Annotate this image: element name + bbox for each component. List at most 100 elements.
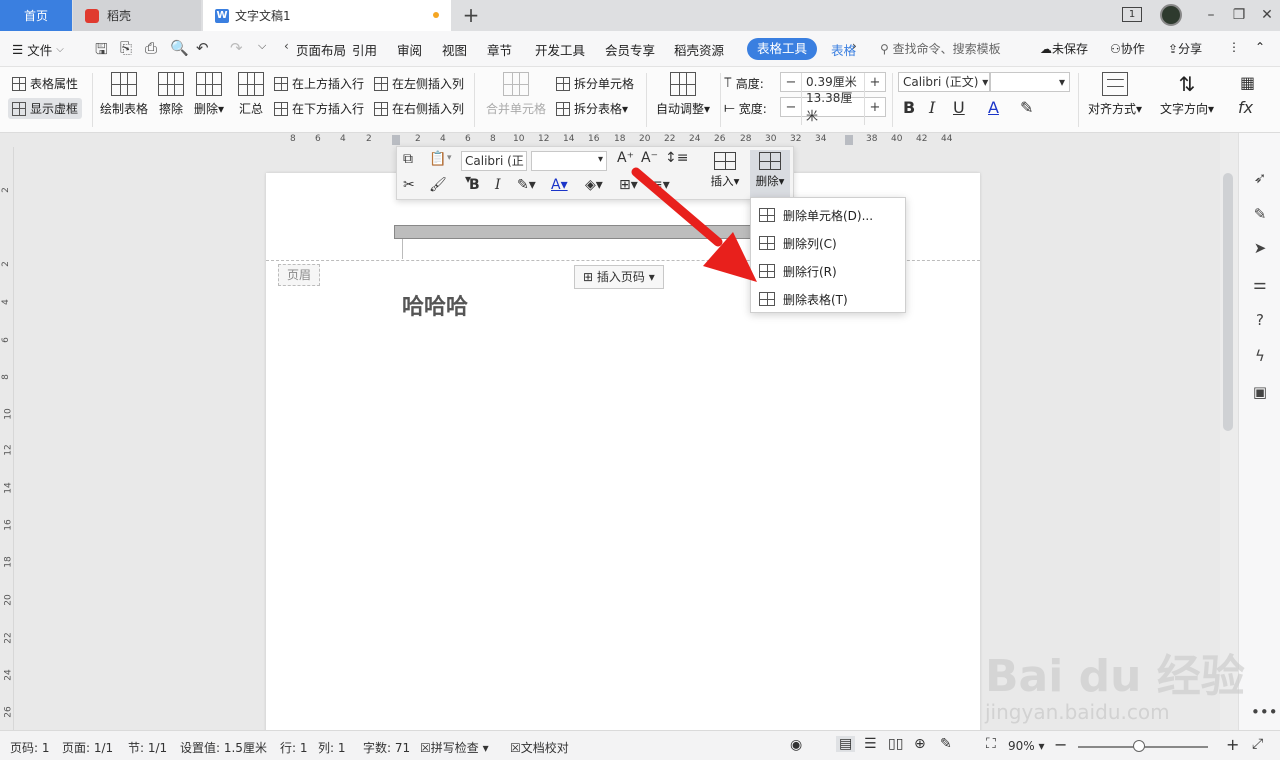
font-size-select[interactable]: ▾ bbox=[990, 72, 1070, 92]
highlight-icon[interactable]: ✎ bbox=[1020, 98, 1033, 117]
status-page-number[interactable]: 页码: 1 bbox=[10, 739, 50, 756]
unsaved-button[interactable]: ☁未保存 bbox=[1040, 40, 1088, 57]
insert-col-right-button[interactable]: 在右侧插入列 bbox=[374, 100, 464, 117]
rocket-icon[interactable]: ➶ bbox=[1251, 169, 1269, 187]
mini-border-icon[interactable]: ⊞▾ bbox=[619, 177, 638, 193]
align-button[interactable]: 对齐方式▾ bbox=[1088, 72, 1142, 117]
status-col[interactable]: 列: 1 bbox=[318, 739, 346, 756]
add-tab-button[interactable]: + bbox=[460, 4, 482, 26]
print-preview-icon[interactable]: 🔍 bbox=[170, 39, 189, 57]
customize-chevron-icon[interactable]: ⌵ bbox=[258, 39, 266, 53]
menu-daoke-resources[interactable]: 稻壳资源 bbox=[674, 40, 724, 59]
formula-icon[interactable]: ▦ bbox=[1240, 73, 1255, 92]
page-view-icon[interactable]: ▤ bbox=[836, 736, 856, 752]
copy-icon[interactable]: ⧉ bbox=[403, 151, 413, 167]
delete-cells-menu-item[interactable]: 删除单元格(D)... bbox=[751, 201, 905, 229]
show-gridlines-button[interactable]: 显示虚框 bbox=[8, 98, 83, 119]
mini-font-color-button[interactable]: A▾ bbox=[551, 177, 568, 193]
menu-view[interactable]: 视图 bbox=[442, 40, 467, 59]
width-increase-button[interactable]: + bbox=[865, 100, 885, 115]
decrease-font-icon[interactable]: A⁻ bbox=[641, 150, 658, 166]
lightning-icon[interactable]: ϟ bbox=[1251, 347, 1269, 365]
merge-cells-button[interactable]: 合并单元格 bbox=[486, 72, 546, 117]
cut-icon[interactable]: ✂ bbox=[403, 177, 415, 193]
menu-page-layout[interactable]: 页面布局 bbox=[296, 40, 346, 59]
spell-check-button[interactable]: ☒拼写检查 ▾ bbox=[420, 739, 489, 756]
insert-col-left-button[interactable]: 在左侧插入列 bbox=[374, 75, 464, 92]
scroll-right-icon[interactable]: › bbox=[852, 39, 857, 53]
split-table-button[interactable]: 拆分表格▾ bbox=[556, 100, 628, 117]
summary-button[interactable]: 汇总 bbox=[238, 72, 264, 117]
delete-row-menu-item[interactable]: 删除行(R) bbox=[751, 257, 905, 285]
document-body-text[interactable]: 哈哈哈 bbox=[402, 289, 468, 321]
tab-table-tools[interactable]: 表格工具 bbox=[747, 38, 817, 60]
mini-shading-icon[interactable]: ◈▾ bbox=[585, 177, 603, 193]
tab-daoke[interactable]: 稻壳 bbox=[73, 0, 201, 31]
redo-icon[interactable]: ↷ bbox=[230, 39, 243, 57]
zoom-out-button[interactable]: − bbox=[1054, 735, 1067, 754]
file-menu[interactable]: ☰ 文件 ⌵ bbox=[12, 40, 64, 59]
paste-icon[interactable]: 📋 bbox=[429, 151, 446, 167]
table-properties-button[interactable]: 表格属性 bbox=[12, 75, 78, 92]
split-cells-button[interactable]: 拆分单元格 bbox=[556, 75, 634, 92]
width-value[interactable]: 13.38厘米 bbox=[801, 89, 865, 125]
cursor-icon[interactable]: ➤ bbox=[1251, 239, 1269, 257]
undo-icon[interactable]: ↶ bbox=[196, 39, 209, 57]
close-icon[interactable]: ✕ bbox=[1252, 0, 1280, 31]
command-search[interactable]: ⚲ 查找命令、搜索模板 bbox=[880, 40, 1001, 57]
font-name-select[interactable]: Calibri (正文) ▾ bbox=[898, 72, 990, 92]
horizontal-ruler[interactable]: 8 6 4 2 2 4 6 8 10 12 14 16 18 20 22 24 … bbox=[0, 133, 1220, 147]
ruler-left-marker[interactable] bbox=[392, 135, 400, 145]
format-painter-icon[interactable]: 🖌 bbox=[429, 177, 447, 193]
width-decrease-button[interactable]: − bbox=[781, 100, 801, 115]
save-icon[interactable]: 🖫 bbox=[95, 39, 108, 64]
tab-home[interactable]: 首页 bbox=[0, 0, 72, 31]
status-setting[interactable]: 设置值: 1.5厘米 bbox=[180, 739, 267, 756]
mini-italic-button[interactable]: I bbox=[495, 177, 501, 193]
tab-document[interactable]: W 文字文稿1 bbox=[203, 0, 451, 31]
collapse-ribbon-icon[interactable]: ⌃ bbox=[1255, 40, 1265, 54]
proofread-button[interactable]: ☒文档校对 bbox=[510, 739, 569, 756]
mini-insert-button[interactable]: 插入▾ bbox=[705, 150, 745, 189]
insert-row-below-button[interactable]: 在下方插入行 bbox=[274, 100, 364, 117]
delete-table-menu-item[interactable]: 删除表格(T) bbox=[751, 285, 905, 313]
increase-font-icon[interactable]: A⁺ bbox=[617, 150, 634, 166]
zoom-in-button[interactable]: + bbox=[1226, 735, 1239, 754]
scrollbar-thumb[interactable] bbox=[1223, 173, 1233, 431]
more-menu-icon[interactable]: ⋮ bbox=[1228, 40, 1240, 54]
pen-icon[interactable]: ✎ bbox=[1251, 205, 1269, 223]
reading-view-icon[interactable]: ▯▯ bbox=[888, 736, 903, 752]
zoom-slider-handle[interactable] bbox=[1133, 740, 1145, 752]
export-pdf-icon[interactable]: ⎘ bbox=[120, 39, 132, 57]
share-button[interactable]: ⇪分享 bbox=[1168, 40, 1202, 57]
text-direction-button[interactable]: ⇅ 文字方向▾ bbox=[1160, 72, 1214, 117]
page-indicator-icon[interactable]: 1 bbox=[1122, 7, 1142, 22]
ruler-right-marker[interactable] bbox=[845, 135, 853, 145]
collaborate-button[interactable]: ⚇协作 bbox=[1110, 40, 1145, 57]
italic-button[interactable]: I bbox=[929, 98, 935, 117]
fx-icon[interactable]: fx bbox=[1238, 98, 1253, 117]
paste-chevron-icon[interactable]: ▾ bbox=[447, 153, 452, 163]
header-label[interactable]: 页眉 bbox=[278, 264, 320, 286]
fit-page-icon[interactable]: ⛶ bbox=[986, 736, 996, 752]
scroll-left-icon[interactable]: ‹ bbox=[284, 39, 289, 53]
sliders-icon[interactable]: ⚌ bbox=[1251, 275, 1269, 293]
font-color-button[interactable]: A bbox=[988, 98, 999, 117]
status-pages[interactable]: 页面: 1/1 bbox=[62, 739, 113, 756]
mini-font-select[interactable]: Calibri (正 ▾ bbox=[461, 151, 527, 186]
avatar[interactable] bbox=[1160, 4, 1182, 26]
mini-bold-button[interactable]: B bbox=[469, 177, 480, 193]
bold-button[interactable]: B bbox=[903, 98, 915, 117]
menu-chapter[interactable]: 章节 bbox=[487, 40, 512, 59]
auto-fit-button[interactable]: 自动调整▾ bbox=[656, 72, 710, 117]
insert-page-number-button[interactable]: ⊞ 插入页码 ▾ bbox=[574, 265, 664, 289]
minimize-icon[interactable]: – bbox=[1196, 0, 1226, 31]
zoom-level-select[interactable]: 90% ▾ bbox=[1008, 739, 1045, 753]
width-stepper[interactable]: − 13.38厘米 + bbox=[780, 89, 886, 125]
restore-icon[interactable]: ❐ bbox=[1224, 0, 1254, 31]
print-icon[interactable]: ⎙ bbox=[145, 39, 157, 57]
menu-review[interactable]: 审阅 bbox=[397, 40, 422, 59]
erase-button[interactable]: 擦除 bbox=[158, 72, 184, 117]
menu-developer[interactable]: 开发工具 bbox=[535, 40, 585, 59]
underline-button[interactable]: U bbox=[953, 98, 965, 117]
